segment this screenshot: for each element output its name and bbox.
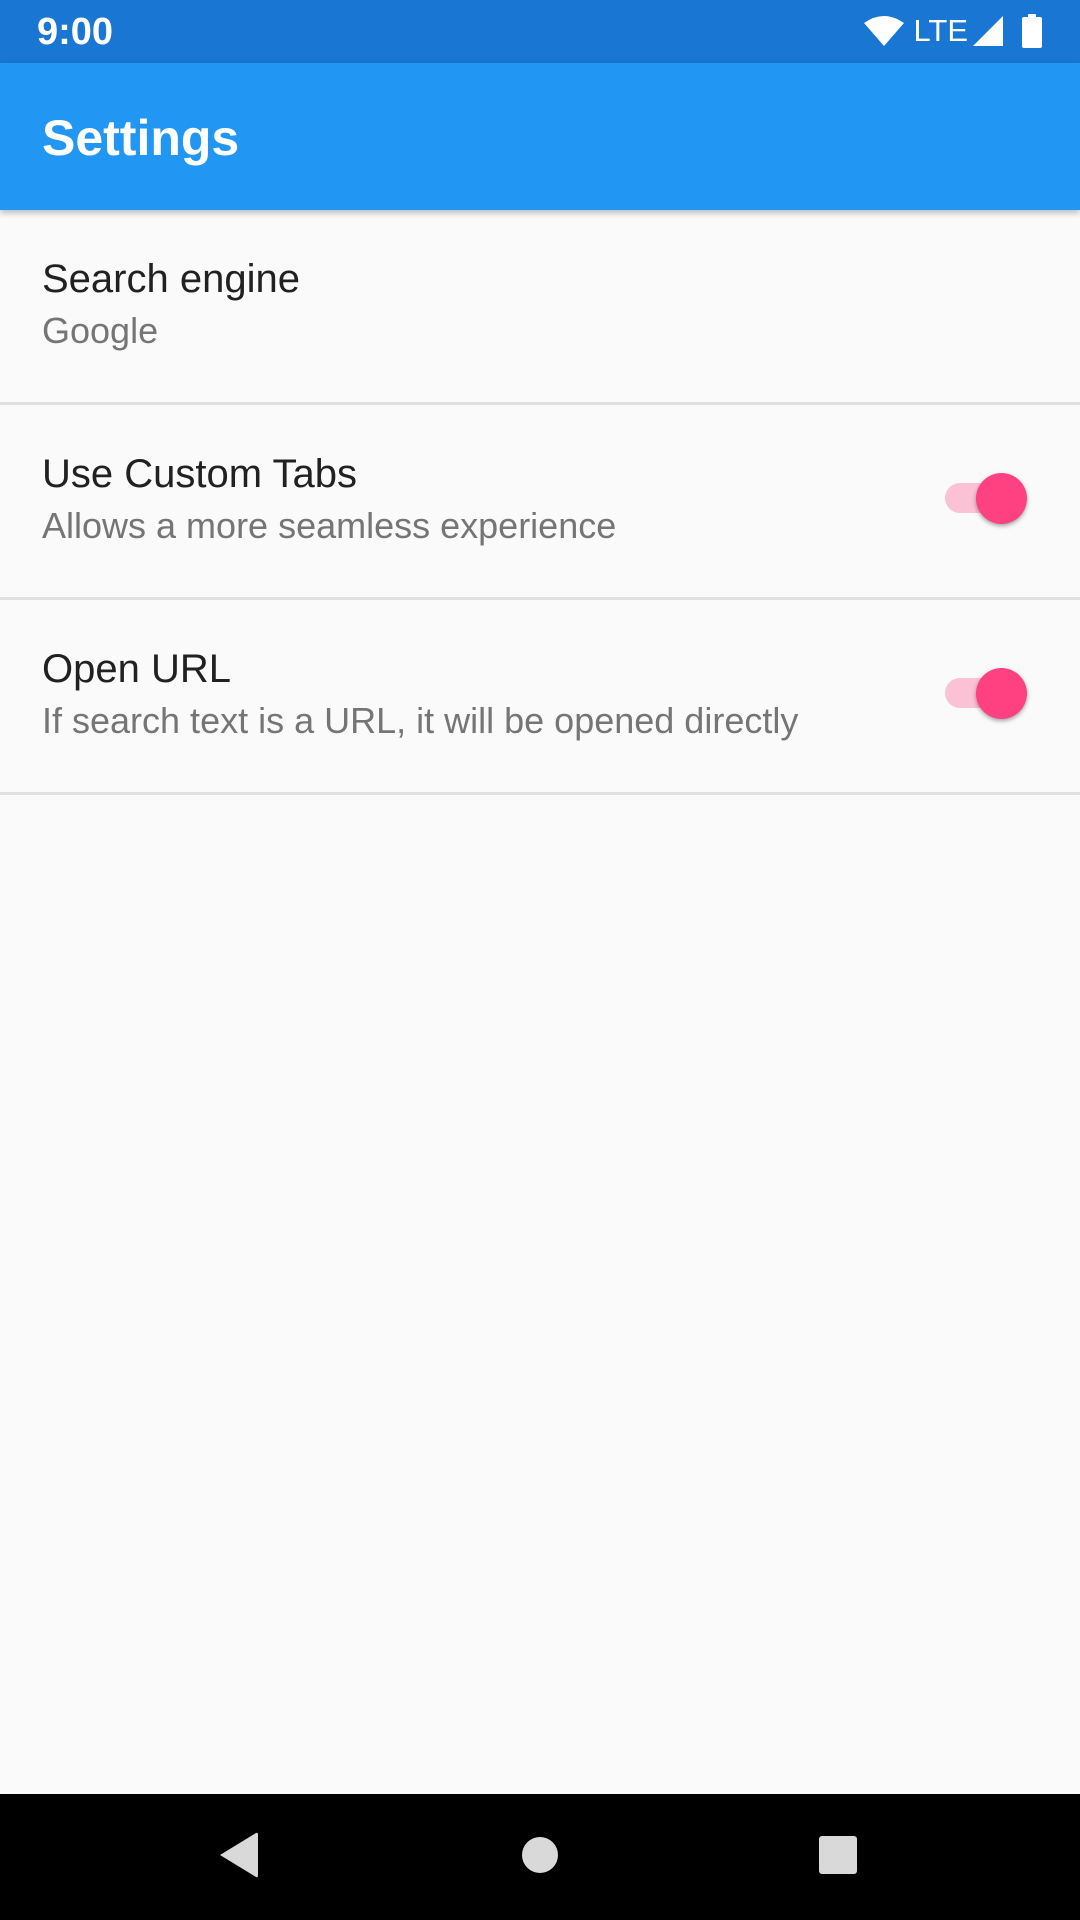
open-url-switch[interactable]	[943, 663, 1032, 723]
home-button[interactable]	[500, 1817, 580, 1897]
back-button[interactable]	[198, 1817, 278, 1897]
pref-summary: If search text is a URL, it will be open…	[42, 700, 799, 741]
pref-title: Search engine	[42, 257, 300, 301]
switch-thumb	[976, 473, 1027, 524]
wifi-icon	[863, 15, 905, 47]
pref-summary: Google	[42, 310, 159, 351]
status-bar: 9:00 LTE	[0, 0, 1080, 63]
status-icons: LTE	[863, 11, 1042, 51]
page-title: Settings	[42, 110, 240, 166]
pref-summary: Allows a more seamless experience	[42, 505, 617, 546]
recents-button[interactable]	[798, 1817, 878, 1897]
navigation-bar	[0, 1794, 1080, 1920]
custom-tabs-switch[interactable]	[943, 468, 1032, 528]
back-icon	[216, 1831, 260, 1884]
cellular-signal-icon	[972, 15, 1004, 47]
network-type-label: LTE	[913, 13, 968, 48]
switch-thumb	[976, 668, 1027, 719]
preference-list: Search engine Google Use Custom Tabs All…	[0, 210, 1080, 795]
pref-use-custom-tabs[interactable]: Use Custom Tabs Allows a more seamless e…	[0, 405, 1080, 600]
pref-search-engine[interactable]: Search engine Google	[0, 210, 1080, 405]
battery-icon	[1022, 14, 1042, 48]
pref-open-url[interactable]: Open URL If search text is a URL, it wil…	[0, 600, 1080, 795]
app-bar: Settings	[0, 63, 1080, 210]
recents-icon	[818, 1835, 858, 1880]
pref-title: Use Custom Tabs	[42, 452, 357, 496]
pref-title: Open URL	[42, 647, 231, 691]
home-icon	[520, 1835, 560, 1880]
settings-screen: 9:00 LTE Settings Search engine Google U…	[0, 0, 1080, 1920]
status-time: 9:00	[37, 11, 114, 53]
